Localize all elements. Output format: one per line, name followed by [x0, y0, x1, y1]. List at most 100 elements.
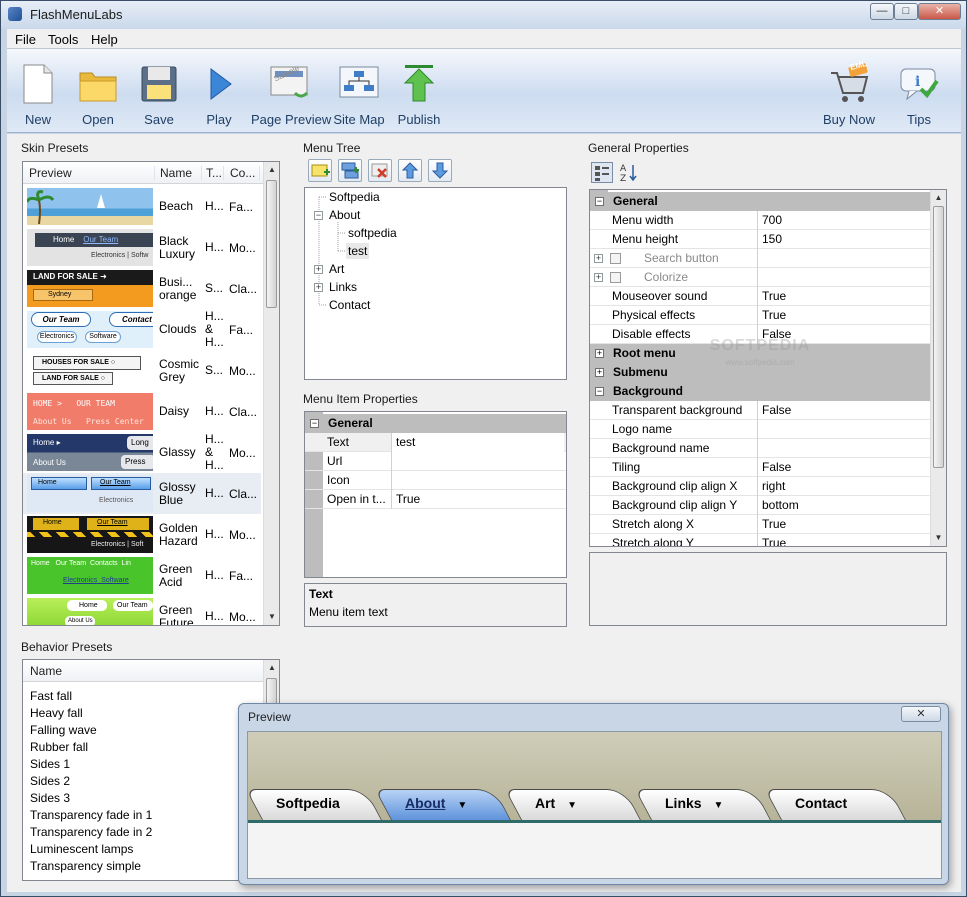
prop-row[interactable]: Menu width 700 [590, 211, 930, 230]
col-name[interactable]: Name [30, 664, 250, 678]
tree-item-links[interactable]: Links [329, 280, 357, 294]
prop-row[interactable]: + Colorize [590, 268, 930, 287]
prop-value[interactable]: False [758, 325, 930, 344]
prop-value[interactable] [392, 452, 564, 471]
collapse-icon[interactable]: − [314, 211, 323, 220]
list-item[interactable]: Transparency fade in 2 [30, 824, 152, 841]
prop-row[interactable]: Tiling False [590, 458, 930, 477]
preview-tab-art[interactable]: Art ▼ [504, 789, 641, 820]
scroll-down-icon[interactable]: ▼ [931, 530, 946, 546]
scroll-up-icon[interactable]: ▲ [264, 162, 279, 178]
prop-value[interactable]: test [392, 433, 564, 452]
minimize-button[interactable]: — [870, 3, 894, 20]
add-item-button[interactable] [308, 159, 332, 182]
skin-row-glossy-blue[interactable]: Home Our Team Electronics Glossy Blue H.… [23, 473, 261, 514]
skin-row-business-orange[interactable]: LAND FOR SALE ➜ Sydney Busi... orange S.… [23, 268, 261, 309]
prop-row[interactable]: Logo name [590, 420, 930, 439]
prop-row-url[interactable]: Url [305, 452, 566, 471]
scroll-up-icon[interactable]: ▲ [264, 660, 279, 676]
tree-item-softpedia-sub[interactable]: softpedia [348, 226, 397, 240]
prop-row[interactable]: Stretch along Y True [590, 534, 930, 546]
prop-value[interactable]: bottom [758, 496, 930, 515]
property-grid-scrollbar[interactable]: ▲ ▼ [930, 190, 946, 546]
list-item[interactable]: Sides 2 [30, 773, 152, 790]
skin-row-daisy[interactable]: HOME > OUR TEAM About Us Press Center Da… [23, 391, 261, 432]
prop-row[interactable]: Background clip align X right [590, 477, 930, 496]
expand-icon[interactable]: + [594, 273, 603, 282]
prop-row-open-in[interactable]: Open in t... True [305, 490, 566, 509]
category-background[interactable]: − Background [590, 382, 930, 401]
expand-icon[interactable]: + [314, 265, 323, 274]
category-general[interactable]: − General [305, 414, 566, 433]
list-item[interactable]: Transparency simple [30, 858, 152, 875]
tree-item-art[interactable]: Art [329, 262, 344, 276]
publish-button[interactable]: Publish [395, 49, 443, 133]
prop-row[interactable]: Menu height 150 [590, 230, 930, 249]
prop-value[interactable]: 700 [758, 211, 930, 230]
tree-item-contact[interactable]: Contact [329, 298, 370, 312]
alphabetical-button[interactable]: AZ [619, 162, 641, 184]
prop-value[interactable] [758, 249, 930, 268]
move-down-button[interactable] [428, 159, 452, 182]
skin-row-green-future[interactable]: Home Our Team About Us Green Future H...… [23, 596, 261, 625]
prop-row-icon[interactable]: Icon [305, 471, 566, 490]
skin-row-cosmic-grey[interactable]: HOUSES FOR SALE ○ LAND FOR SALE ○ Cosmic… [23, 350, 261, 391]
skin-row-glassy[interactable]: Home ▸ Long About Us Press Glassy H... &… [23, 432, 261, 473]
prop-value[interactable]: True [758, 306, 930, 325]
preview-tab-about[interactable]: About ▼ [374, 789, 511, 820]
prop-value[interactable] [758, 439, 930, 458]
category-general[interactable]: − General [590, 192, 930, 211]
categorized-button[interactable] [591, 162, 613, 183]
play-button[interactable]: Play [197, 49, 241, 133]
menu-tools[interactable]: Tools [48, 32, 78, 47]
expand-icon[interactable]: + [595, 368, 604, 377]
expand-icon[interactable]: + [314, 283, 323, 292]
preview-tab-links[interactable]: Links ▼ [634, 789, 771, 820]
prop-row[interactable]: Background name [590, 439, 930, 458]
list-item[interactable]: Transparency fade in 1 [30, 807, 152, 824]
tree-item-test[interactable]: test [346, 243, 370, 259]
prop-row[interactable]: Background clip align Y bottom [590, 496, 930, 515]
close-button[interactable]: ✕ [918, 3, 961, 20]
add-subitem-button[interactable] [338, 159, 362, 182]
skin-row-green-acid[interactable]: Home Our Team Contacts Lin Electronics S… [23, 555, 261, 596]
list-item[interactable]: Heavy fall [30, 705, 152, 722]
expand-icon[interactable]: + [595, 349, 604, 358]
delete-item-button[interactable] [368, 159, 392, 182]
list-item[interactable]: Sides 1 [30, 756, 152, 773]
scrollbar-thumb[interactable] [933, 206, 944, 468]
skin-list-scrollbar[interactable]: ▲ ▼ [263, 162, 279, 625]
maximize-button[interactable]: □ [894, 3, 918, 20]
scroll-up-icon[interactable]: ▲ [931, 190, 946, 206]
prop-value[interactable] [758, 420, 930, 439]
list-item[interactable]: Rubber fall [30, 739, 152, 756]
page-preview-button[interactable]: Sample Page Preview [251, 49, 331, 133]
col-preview[interactable]: Preview [29, 166, 155, 180]
list-item[interactable]: Luminescent lamps [30, 841, 152, 858]
preview-tab-contact[interactable]: Contact [764, 789, 906, 820]
prop-value[interactable]: False [758, 458, 930, 477]
prop-row[interactable]: Physical effects True [590, 306, 930, 325]
collapse-icon[interactable]: − [310, 419, 319, 428]
category-submenu[interactable]: + Submenu [590, 363, 930, 382]
site-map-button[interactable]: Site Map [333, 49, 385, 133]
skin-row-beach[interactable]: Beach H... Fa... [23, 186, 261, 227]
prop-row[interactable]: Disable effects False [590, 325, 930, 344]
prop-value[interactable] [758, 268, 930, 287]
prop-value[interactable]: True [758, 515, 930, 534]
prop-value[interactable]: False [758, 401, 930, 420]
prop-row[interactable]: Mouseover sound True [590, 287, 930, 306]
prop-row[interactable]: Transparent background False [590, 401, 930, 420]
col-type[interactable]: T... [206, 166, 224, 180]
prop-value[interactable]: 150 [758, 230, 930, 249]
skin-row-black-luxury[interactable]: Home Our Team Electronics | Softw Black … [23, 227, 261, 268]
tips-button[interactable]: i Tips [895, 49, 943, 133]
new-button[interactable]: New [15, 49, 61, 133]
prop-value[interactable] [392, 471, 564, 490]
skin-row-golden-hazard[interactable]: Home Our Team Electronics | Soft Golden … [23, 514, 261, 555]
collapse-icon[interactable]: − [595, 197, 604, 206]
category-root-menu[interactable]: + Root menu [590, 344, 930, 363]
prop-value[interactable]: right [758, 477, 930, 496]
expand-icon[interactable]: + [594, 254, 603, 263]
buy-now-button[interactable]: EML Buy Now [819, 49, 879, 133]
